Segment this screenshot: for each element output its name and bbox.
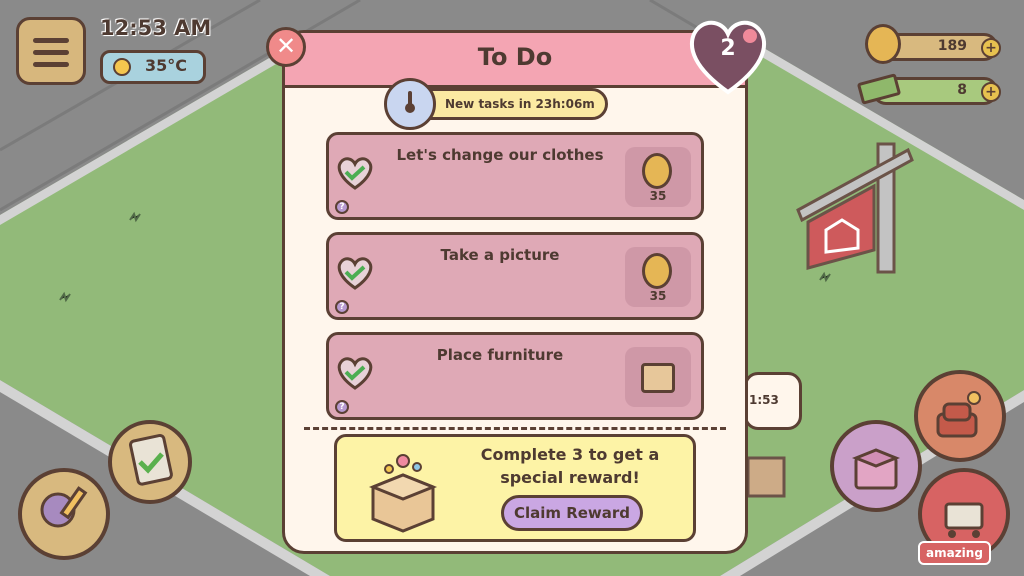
close-button[interactable]: ✕ <box>266 27 306 67</box>
reward-amount: 35 <box>649 189 667 203</box>
add-cash-button[interactable]: + <box>981 82 1001 102</box>
heart-check-icon <box>337 357 373 390</box>
sun-icon <box>113 58 131 76</box>
bubble-time: 1:53 <box>749 393 779 407</box>
temperature: 35°C <box>145 56 188 75</box>
timer-bubble: 1:53 <box>744 372 802 430</box>
remaining-count: 2 <box>720 36 736 61</box>
bonus-text: Complete 3 to get a special reward! <box>480 445 660 487</box>
pencil-icon <box>40 486 88 528</box>
shop-badge: amazing <box>918 541 991 565</box>
claim-reward-button[interactable]: Claim Reward <box>501 495 643 531</box>
coin-icon <box>642 253 672 289</box>
menu-button[interactable] <box>16 17 86 85</box>
decorate-button[interactable] <box>914 370 1006 462</box>
cash-counter: 8 + <box>856 73 1001 105</box>
coin-icon <box>642 153 672 189</box>
clipboard-check-icon <box>129 433 173 486</box>
reward-amount: 35 <box>649 289 667 303</box>
stopwatch-icon <box>384 78 436 130</box>
timer-text: New tasks in 23h:06m <box>445 97 595 111</box>
cash-amount: 8 <box>957 82 967 98</box>
task-title: Take a picture <box>440 246 560 264</box>
gift-box-icon <box>368 454 438 533</box>
box-icon <box>851 448 901 490</box>
task-reward <box>625 347 691 407</box>
task-card[interactable]: Take a picture ? 35 <box>326 232 704 320</box>
task-title: Let's change our clothes <box>396 146 604 164</box>
weather-badge: 35°C <box>100 50 206 84</box>
edit-character-button[interactable] <box>18 468 110 560</box>
help-icon[interactable]: ? <box>335 200 349 214</box>
dialog-title: To Do <box>477 43 553 71</box>
heart-counter: 2 <box>684 14 772 98</box>
task-reward: 35 <box>625 247 691 307</box>
divider <box>304 427 726 430</box>
coin-amount: 189 <box>937 38 967 54</box>
tasks-button[interactable] <box>108 420 192 504</box>
menu-bar-icon <box>33 50 69 55</box>
menu-bar-icon <box>33 62 69 67</box>
task-card[interactable]: Place furniture ? <box>326 332 704 420</box>
gift-box-icon <box>641 363 675 393</box>
dialog-header: To Do <box>285 33 745 88</box>
task-title: Place furniture <box>436 346 564 364</box>
clock-time: 12:53 AM <box>100 16 212 40</box>
task-card[interactable]: Let's change our clothes ? 35 <box>326 132 704 220</box>
heart-check-icon <box>337 157 373 190</box>
armchair-icon <box>936 391 981 438</box>
coin-icon <box>865 24 901 64</box>
help-icon[interactable]: ? <box>335 400 349 414</box>
menu-bar-icon <box>33 38 69 43</box>
task-reward: 35 <box>625 147 691 207</box>
inventory-button[interactable] <box>830 420 922 512</box>
help-icon[interactable]: ? <box>335 300 349 314</box>
coin-counter: 189 + <box>865 24 1001 64</box>
heart-check-icon <box>337 257 373 290</box>
add-coins-button[interactable]: + <box>981 38 1001 58</box>
bonus-reward-panel: Complete 3 to get a special reward! Clai… <box>334 434 696 542</box>
